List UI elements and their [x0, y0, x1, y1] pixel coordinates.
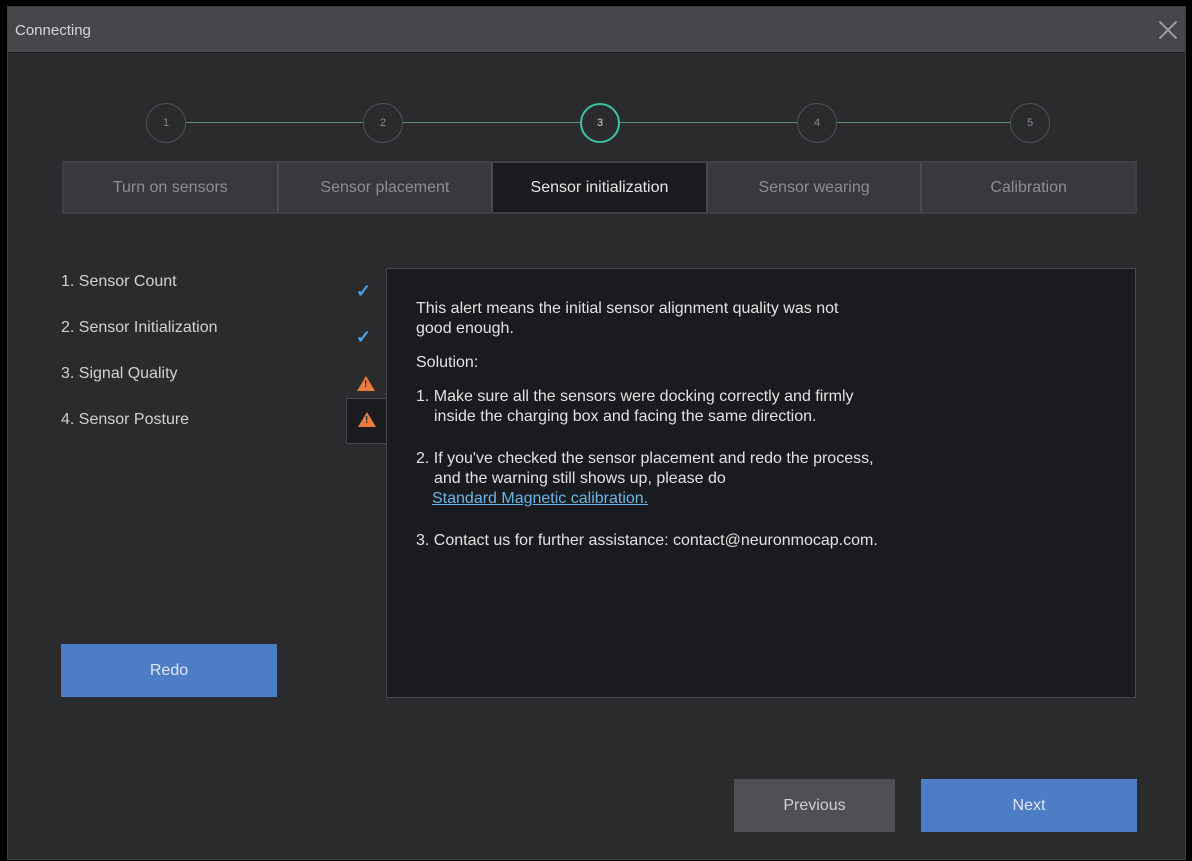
detail-step-2-line-1: 2. If you've checked the sensor placemen… — [416, 450, 874, 467]
detail-step-2-line-2: and the warning still shows up, please d… — [434, 470, 726, 487]
redo-button[interactable]: Redo — [61, 644, 277, 697]
connecting-dialog: Connecting 1 2 3 4 5 Turn on sensors Sen… — [7, 6, 1186, 860]
magnetic-calibration-link[interactable]: Standard Magnetic calibration. — [416, 490, 648, 507]
tab-sensor-wearing[interactable]: Sensor wearing — [708, 163, 923, 212]
step-1-circle: 1 — [146, 103, 186, 143]
progress-stepper: 1 2 3 4 5 — [146, 103, 1050, 143]
next-button[interactable]: Next — [921, 779, 1137, 832]
check-icon: ✓ — [356, 327, 372, 347]
window-title: Connecting — [15, 22, 91, 39]
title-bar: Connecting — [8, 7, 1185, 53]
step-3-circle: 3 — [580, 103, 620, 143]
step-connector — [186, 122, 363, 123]
previous-button[interactable]: Previous — [734, 779, 895, 832]
detail-step-3: 3. Contact us for further assistance: co… — [416, 532, 878, 549]
step-connector — [403, 122, 580, 123]
check-icon: ✓ — [356, 281, 372, 301]
check-list: 1. Sensor Count 2. Sensor Initialization… — [61, 273, 218, 457]
step-tabs: Turn on sensors Sensor placement Sensor … — [62, 161, 1137, 214]
detail-solution-heading: Solution: — [416, 354, 479, 371]
tab-turn-on-sensors[interactable]: Turn on sensors — [64, 163, 279, 212]
check-item-sensor-posture[interactable]: 4. Sensor Posture — [61, 411, 218, 457]
detail-intro-line-2: good enough. — [416, 320, 514, 337]
check-status: ✓ — [346, 271, 386, 317]
step-connector — [837, 122, 1010, 123]
tab-sensor-initialization[interactable]: Sensor initialization — [493, 163, 708, 212]
tab-calibration[interactable]: Calibration — [922, 163, 1135, 212]
check-item-signal-quality[interactable]: 3. Signal Quality — [61, 365, 218, 411]
detail-step-1-line-2: inside the charging box and facing the s… — [434, 408, 817, 425]
tab-sensor-placement[interactable]: Sensor placement — [279, 163, 494, 212]
alert-detail-panel: This alert means the initial sensor alig… — [386, 268, 1136, 698]
detail-intro-line-1: This alert means the initial sensor alig… — [416, 300, 839, 317]
warning-icon: ! — [357, 376, 375, 391]
check-item-sensor-initialization[interactable]: 2. Sensor Initialization — [61, 319, 218, 365]
check-status-selected: ! — [346, 398, 386, 444]
detail-step-1-line-1: 1. Make sure all the sensors were dockin… — [416, 388, 854, 405]
step-4-circle: 4 — [797, 103, 837, 143]
step-connector — [620, 122, 797, 123]
check-item-sensor-count[interactable]: 1. Sensor Count — [61, 273, 218, 319]
step-2-circle: 2 — [363, 103, 403, 143]
close-icon[interactable] — [1155, 17, 1181, 43]
check-status: ✓ — [346, 317, 386, 363]
warning-icon: ! — [358, 412, 376, 427]
step-5-circle: 5 — [1010, 103, 1050, 143]
